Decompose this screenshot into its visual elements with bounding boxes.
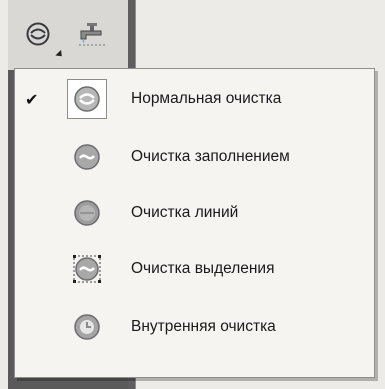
menu-item-erase-inside[interactable]: Внутренняя очистка xyxy=(15,299,374,355)
erase-fills-icon xyxy=(67,137,107,177)
menu-item-erase-selected-fills[interactable]: Очистка выделения xyxy=(15,241,374,297)
erase-lines-icon xyxy=(67,193,107,233)
erase-inside-icon xyxy=(67,307,107,347)
eraser-tool-button[interactable] xyxy=(24,20,52,48)
faucet-tool-icon xyxy=(79,23,105,46)
menu-item-label: Нормальная очистка xyxy=(131,90,282,107)
menu-item-erase-lines[interactable]: Очистка линий xyxy=(15,185,374,241)
normal-erase-icon xyxy=(67,79,107,119)
checkmark-icon: ✔ xyxy=(25,89,39,109)
screen: ✔ Нормальная очистка Очистка заполнением xyxy=(0,0,385,389)
menu-item-label: Очистка линий xyxy=(131,204,239,221)
menu-item-label: Внутренняя очистка xyxy=(131,318,276,335)
eraser-tool-icon xyxy=(26,22,50,46)
menu-item-erase-fills[interactable]: Очистка заполнением xyxy=(15,129,374,185)
menu-item-normal-erase[interactable]: ✔ Нормальная очистка xyxy=(15,71,374,127)
faucet-tool-button[interactable] xyxy=(76,20,108,48)
eraser-mode-menu: ✔ Нормальная очистка Очистка заполнением xyxy=(14,68,375,378)
erase-selected-fills-icon xyxy=(67,249,107,289)
menu-item-label: Очистка заполнением xyxy=(131,148,290,165)
menu-item-label: Очистка выделения xyxy=(131,260,275,277)
